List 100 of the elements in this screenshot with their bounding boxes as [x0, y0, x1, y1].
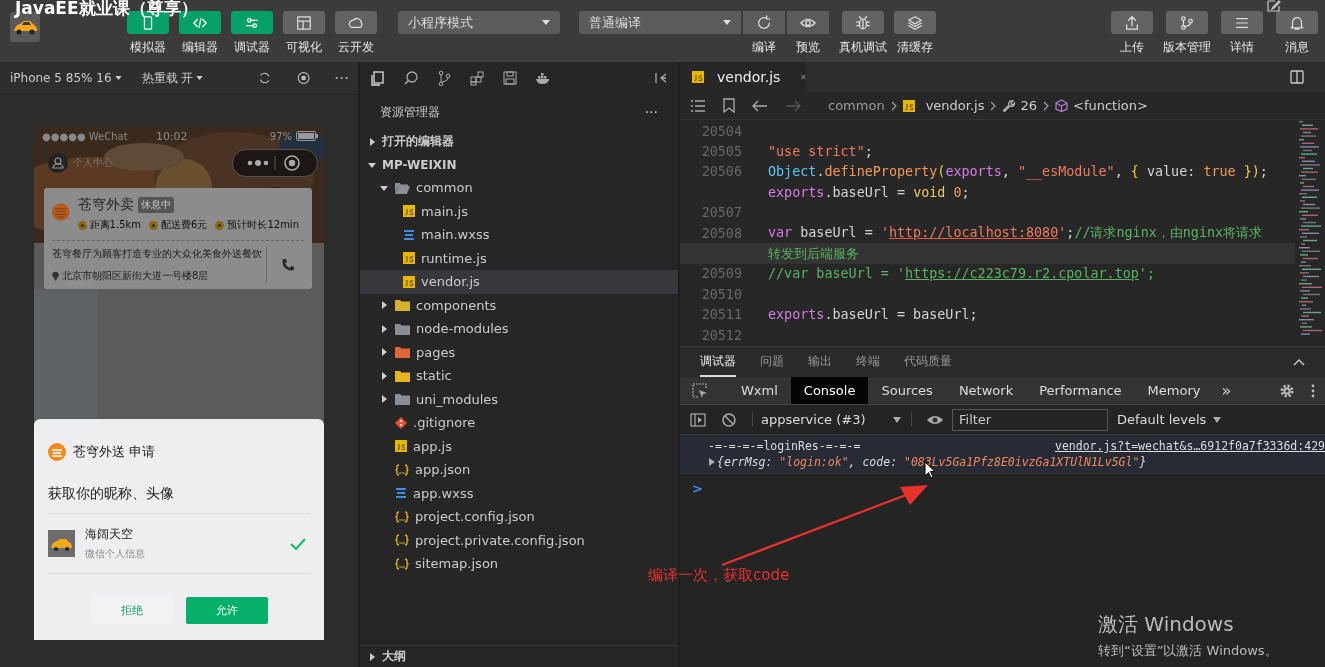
- filter-field[interactable]: Filter: [952, 408, 1108, 431]
- file-tree-item[interactable]: static: [360, 364, 458, 388]
- sidebar-toggle-icon: [690, 412, 706, 427]
- js-file-icon: [692, 71, 704, 83]
- devtools-tab[interactable]: Wxml: [728, 377, 791, 404]
- toolbar-button[interactable]: [1276, 11, 1318, 34]
- dialog-title: 苍穹外送 申请: [73, 443, 156, 461]
- file-tree-item[interactable]: vendor.js: [360, 270, 678, 294]
- caret-icon: [542, 20, 550, 25]
- section-header[interactable]: 打开的编辑器: [360, 130, 678, 153]
- back-arrow-icon: [752, 99, 768, 112]
- shop-stat: 距离1.5km: [89, 218, 142, 232]
- toolbar-label: 调试器: [234, 39, 270, 56]
- whale-icon: [535, 70, 551, 86]
- more-tabs-button[interactable]: »: [1221, 381, 1232, 400]
- line-number: 20504: [700, 123, 742, 139]
- shop-stat: 预计时长12min: [227, 218, 299, 232]
- line-number: 20505: [700, 144, 742, 160]
- panel-tab[interactable]: 问题: [760, 347, 784, 377]
- toolbar-button[interactable]: [283, 11, 325, 34]
- toolbar-button[interactable]: [1166, 11, 1208, 34]
- panel-tab[interactable]: 输出: [808, 347, 832, 377]
- devtools-tab[interactable]: Performance: [1026, 377, 1135, 404]
- breadcrumb-item[interactable]: 26: [1002, 98, 1037, 113]
- toolbar-button[interactable]: [335, 11, 377, 34]
- shop-stat: 配送费6元: [161, 218, 208, 232]
- more-button[interactable]: ···: [644, 104, 658, 120]
- toolbar-button[interactable]: [743, 11, 785, 34]
- file-tree-item[interactable]: sitemap.json: [360, 552, 505, 576]
- account-option[interactable]: 海阔天空 微信个人信息: [48, 514, 310, 574]
- toolbar-button[interactable]: [1221, 11, 1263, 34]
- caret-icon: [893, 416, 901, 423]
- toolbar-label: 预览: [796, 39, 820, 56]
- toolbar-label: 真机调试: [839, 39, 887, 56]
- file-tree-item[interactable]: app.json: [360, 458, 477, 482]
- source-link[interactable]: vendor.js?t=wechat&s…6912f0a7f3336d:429: [1054, 439, 1325, 453]
- log-levels-dropdown[interactable]: Default levels: [1117, 412, 1222, 427]
- console-prompt: >: [692, 481, 703, 496]
- device-dropdown[interactable]: iPhone 5 85% 16: [10, 71, 122, 85]
- battery-percent: 97%: [269, 130, 292, 142]
- line-number: 20510: [700, 286, 742, 302]
- devtools-tab[interactable]: Network: [945, 377, 1027, 404]
- devtools-tab[interactable]: Sources: [868, 377, 946, 404]
- breadcrumb-item[interactable]: vendor.js: [902, 98, 985, 113]
- compile-dropdown[interactable]: 普通编译: [579, 11, 741, 34]
- breadcrumb-item[interactable]: <function>: [1055, 98, 1148, 113]
- js-file-icon: [902, 99, 915, 112]
- user-note: 微信个人信息: [85, 547, 146, 561]
- toolbar-button[interactable]: [894, 11, 936, 34]
- location-pin-icon: [52, 271, 59, 281]
- section-header[interactable]: MP-WEIXIN: [360, 153, 678, 176]
- file-tree-item[interactable]: common: [360, 176, 479, 200]
- code-line: //var baseUrl = 'https://c223c79.r2.cpolar.top';: [768, 266, 1155, 282]
- section-header[interactable]: 大纲: [360, 645, 678, 667]
- file-tree-item[interactable]: main.js: [360, 199, 474, 223]
- file-tree-item[interactable]: project.private.config.json: [360, 528, 591, 552]
- split-editor-icon: [1290, 70, 1304, 84]
- panel-tab[interactable]: 终端: [856, 347, 880, 377]
- car-avatar-icon: [48, 530, 75, 557]
- source-control-icon: [436, 70, 452, 86]
- devtools-tab[interactable]: Console: [790, 377, 869, 404]
- editor-tab[interactable]: vendor.js: [680, 62, 806, 92]
- eye-icon: [926, 413, 944, 426]
- permission-request: 获取你的昵称、头像: [48, 485, 310, 514]
- code-line: "use strict";: [768, 144, 873, 160]
- file-tree-item[interactable]: app.wxss: [360, 481, 480, 505]
- branch-icon: [1179, 14, 1195, 31]
- caret-icon: [196, 76, 204, 80]
- mode-dropdown[interactable]: 小程序模式: [398, 11, 560, 34]
- file-tree-item[interactable]: runtime.js: [360, 246, 493, 270]
- file-tree-item[interactable]: project.config.json: [360, 505, 541, 529]
- hot-reload-dropdown[interactable]: 热重载 开: [141, 69, 204, 87]
- file-tree-item[interactable]: .gitignore: [360, 411, 482, 435]
- file-tree-item[interactable]: components: [360, 293, 503, 317]
- json-file-icon: [395, 534, 409, 547]
- devtools-tab[interactable]: Memory: [1134, 377, 1214, 404]
- line-number: 20511: [700, 307, 742, 323]
- upload-icon: [1124, 14, 1140, 31]
- toolbar-button[interactable]: [231, 11, 273, 34]
- panel-tab[interactable]: 代码质量: [904, 347, 952, 377]
- file-tree-item[interactable]: node-modules: [360, 317, 515, 341]
- breadcrumb-item[interactable]: common: [828, 98, 885, 113]
- file-tree-item[interactable]: uni_modules: [360, 387, 505, 411]
- file-tree-item[interactable]: main.wxss: [360, 223, 496, 247]
- inspect-icon: [692, 382, 708, 399]
- toolbar-button[interactable]: [1111, 11, 1153, 34]
- context-dropdown[interactable]: appservice (#3): [752, 412, 912, 427]
- console-object[interactable]: {errMsg: "login:ok", code: "083Lv5Ga1Pfz8E0ivzGa1XTUlN1Lv5Gl"}: [717, 455, 1147, 469]
- carrier-text: ●●●●● WeChat: [42, 130, 129, 142]
- css-file-icon: [403, 228, 415, 241]
- toolbar-button[interactable]: [842, 11, 884, 34]
- json-file-icon: [395, 510, 409, 523]
- extensions-icon: [469, 70, 485, 86]
- file-tree-item[interactable]: app.js: [360, 434, 458, 458]
- file-tree-item[interactable]: pages: [360, 340, 462, 364]
- toolbar-label: 模拟器: [130, 39, 166, 56]
- bug-icon: [855, 14, 871, 31]
- toolbar-button[interactable]: [787, 11, 829, 34]
- git-file-icon: [395, 416, 407, 429]
- code-line: exports.baseUrl = baseUrl;: [768, 307, 978, 323]
